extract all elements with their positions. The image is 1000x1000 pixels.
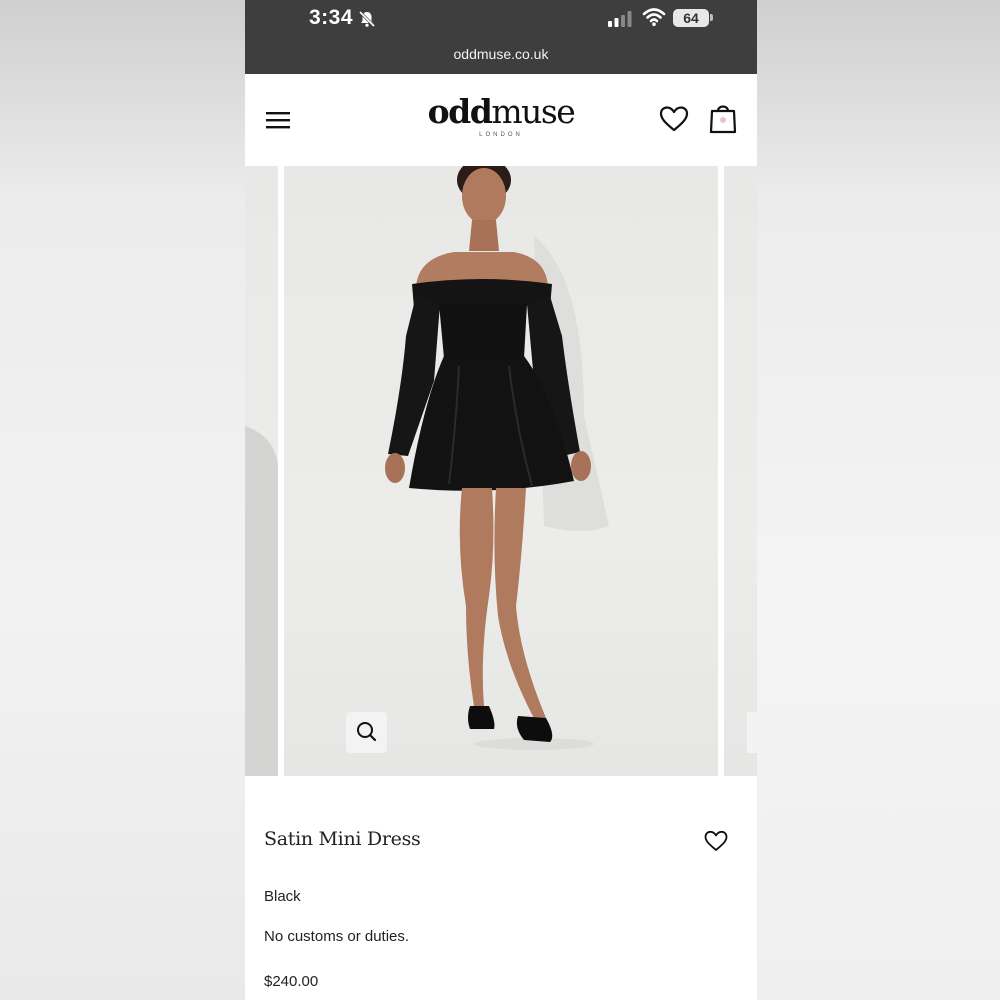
bell-muted-icon xyxy=(358,10,376,28)
status-time: 3:34 xyxy=(309,6,354,29)
logo-subtitle: LONDON xyxy=(479,132,523,138)
gallery-next-slide[interactable] xyxy=(724,166,757,776)
battery-level: 64 xyxy=(683,10,699,26)
background-right xyxy=(757,0,1000,1000)
battery-tip xyxy=(710,14,713,21)
product-title: Satin Mini Dress xyxy=(264,828,421,850)
battery-icon: 64 xyxy=(673,9,709,27)
zoom-button[interactable] xyxy=(346,712,387,753)
wishlist-heart-icon[interactable] xyxy=(704,830,728,852)
status-bar: 3:34 64 oddmuse.co.uk xyxy=(245,0,757,74)
signal-icon xyxy=(608,11,632,27)
phone-screen: 3:34 64 oddmuse.co.uk oddmuse LONDON Sat… xyxy=(245,0,757,1000)
heart-icon[interactable] xyxy=(659,105,689,133)
gallery-prev-slide[interactable] xyxy=(245,166,278,776)
bag-icon[interactable] xyxy=(709,102,737,134)
wifi-icon xyxy=(642,8,666,26)
gallery-main-image[interactable] xyxy=(284,158,718,776)
next-zoom-button xyxy=(747,712,757,753)
product-info: Satin Mini Dress Black No customs or dut… xyxy=(245,776,757,1000)
shadow-figure xyxy=(245,426,278,776)
model-photo xyxy=(385,158,609,750)
site-logo[interactable]: oddmuse LONDON xyxy=(421,92,581,139)
product-color: Black xyxy=(264,888,301,905)
product-price: $240.00 xyxy=(264,973,319,990)
logo-wordmark: oddmuse xyxy=(427,92,576,131)
magnifier-icon xyxy=(357,722,377,742)
menu-icon[interactable] xyxy=(265,110,291,130)
product-gallery[interactable] xyxy=(245,158,757,776)
browser-url[interactable]: oddmuse.co.uk xyxy=(245,46,757,62)
site-header: oddmuse LONDON xyxy=(245,74,757,166)
background-left xyxy=(0,0,245,1000)
shipping-note: No customs or duties. xyxy=(264,928,410,945)
